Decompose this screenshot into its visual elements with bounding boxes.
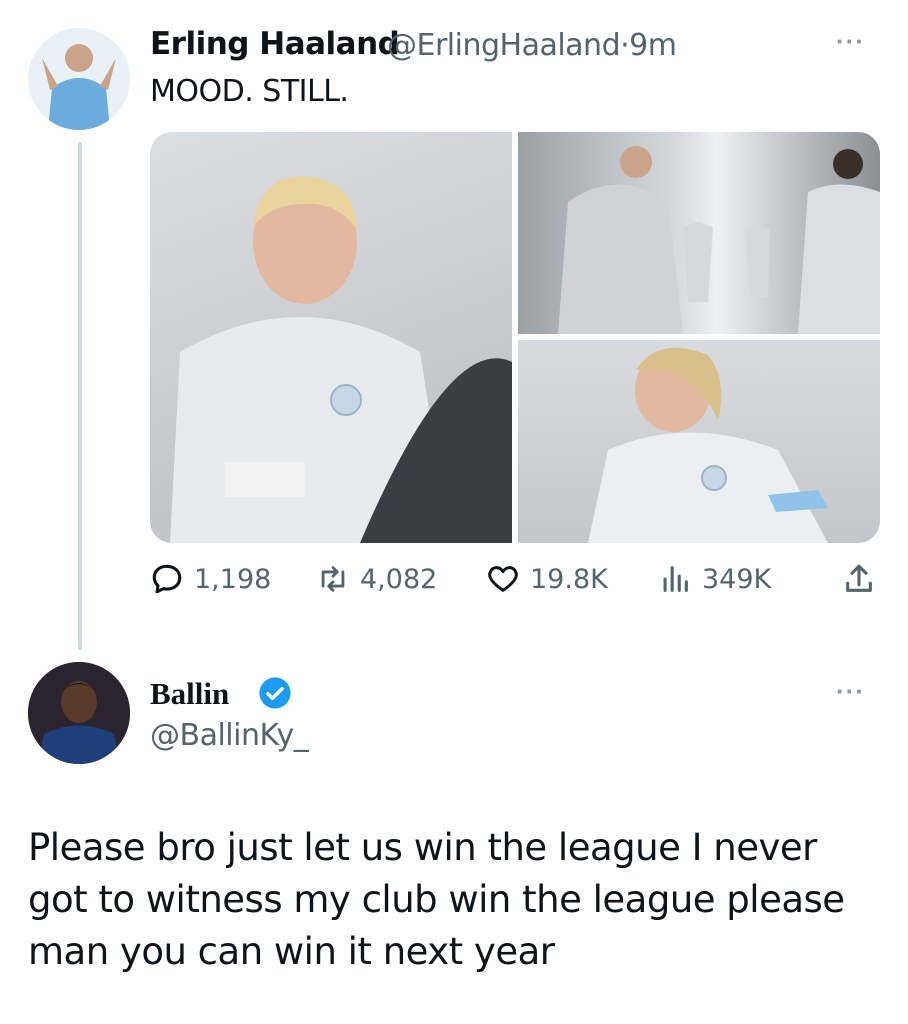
player-smiling-photo — [170, 176, 512, 543]
avatar-image — [28, 28, 130, 130]
media-photo[interactable] — [518, 132, 880, 334]
like-button[interactable]: 19.8K — [486, 562, 608, 596]
more-options-button[interactable]: ··· — [836, 676, 865, 707]
reply-button[interactable]: 1,198 — [150, 562, 271, 596]
view-count: 349K — [702, 563, 772, 595]
author-name[interactable]: Erling Haaland — [150, 26, 400, 62]
avatar[interactable] — [28, 28, 130, 130]
tweet-action-bar: 1,198 4,082 19.8K 349K — [150, 562, 880, 602]
verified-badge-icon — [259, 677, 291, 709]
tweet-text: MOOD. STILL. — [150, 74, 349, 109]
share-icon — [846, 564, 872, 592]
retweet-count: 4,082 — [360, 563, 438, 595]
author-handle-time[interactable]: @ErlingHaaland·9m — [387, 28, 677, 63]
tweet-text: Please bro just let us win the league I … — [28, 826, 845, 973]
reply-icon — [152, 564, 182, 594]
avatar[interactable] — [28, 662, 130, 764]
like-count: 19.8K — [530, 563, 608, 595]
share-button[interactable] — [842, 562, 876, 596]
views-chart-icon — [663, 566, 688, 592]
media-photo[interactable] — [150, 132, 512, 543]
heart-icon — [488, 566, 518, 592]
reply-count: 1,198 — [194, 563, 272, 595]
thread-connector-line — [78, 142, 82, 650]
more-options-button[interactable]: ··· — [836, 26, 865, 57]
author-handle[interactable]: @BallinKy_ — [150, 718, 309, 753]
avatar-image — [28, 662, 130, 764]
author-name[interactable]: Ballin — [150, 676, 229, 712]
views-button[interactable]: 349K — [658, 562, 771, 596]
media-photo[interactable] — [518, 340, 880, 543]
media-grid[interactable] — [150, 132, 880, 543]
player-side-photo — [588, 347, 828, 543]
tunnel-walk-photo — [558, 146, 880, 334]
retweet-button[interactable]: 4,082 — [316, 562, 437, 596]
retweet-icon — [321, 566, 345, 592]
